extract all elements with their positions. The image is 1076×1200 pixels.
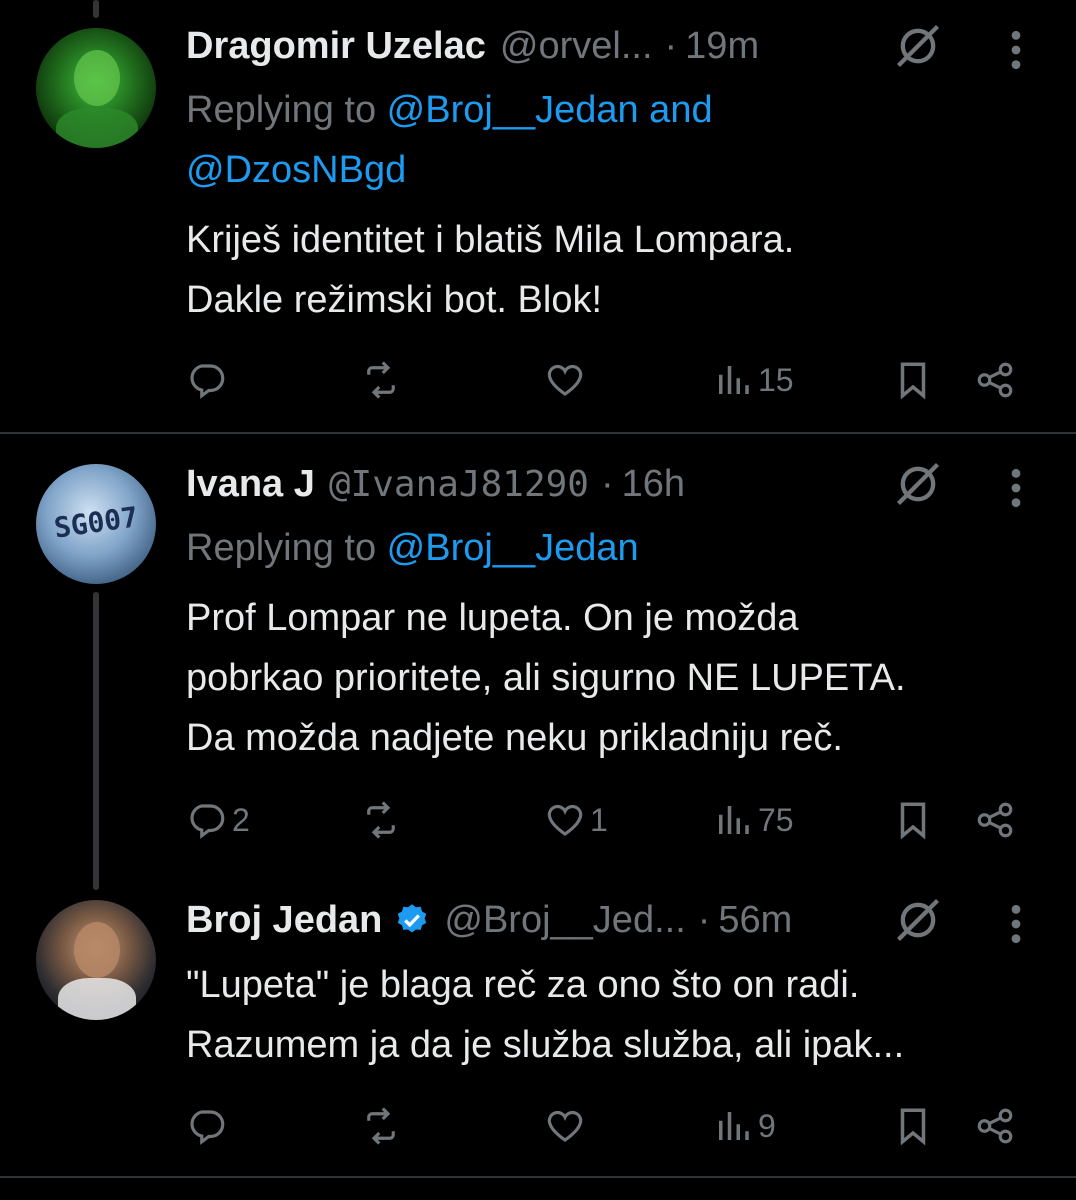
action-bar: 15 (186, 356, 1036, 404)
bookmark-icon (892, 359, 934, 401)
avatar-body (56, 108, 138, 148)
tweet-header: Broj Jedan @Broj__Jed... · 56m (186, 892, 792, 948)
tweet-text-line: Dakle režimski bot. Blok! (186, 279, 603, 321)
replying-users-link[interactable]: @Broj__Jedan and (387, 89, 713, 131)
repost-icon (360, 799, 402, 841)
more-icon[interactable] (1006, 28, 1026, 72)
timestamp[interactable]: 16h (622, 463, 685, 506)
like-button[interactable] (544, 1102, 590, 1150)
bookmark-button[interactable] (892, 1102, 934, 1150)
replying-to: Replying to @Broj__Jedan (186, 518, 639, 578)
divider (0, 432, 1076, 434)
views-button[interactable]: 75 (712, 796, 794, 844)
action-bar: 9 (186, 1102, 1036, 1150)
user-name[interactable]: Dragomir Uzelac (186, 25, 486, 68)
avatar-body (58, 978, 136, 1020)
share-button[interactable] (974, 796, 1016, 844)
separator: · (697, 898, 711, 941)
like-icon (544, 359, 586, 401)
views-button[interactable]: 9 (712, 1102, 776, 1150)
timestamp[interactable]: 56m (718, 899, 792, 942)
tweet-text-line: Kriješ identitet i blatiš Mila Lompara. (186, 219, 795, 261)
tweet-text-line: pobrkao prioritete, ali sigurno NE LUPET… (186, 657, 906, 699)
avatar[interactable]: SG007 (36, 464, 156, 584)
avatar[interactable] (36, 28, 156, 148)
grok-icon[interactable] (892, 894, 944, 946)
repost-button[interactable] (360, 356, 406, 404)
like-count: 1 (590, 801, 608, 838)
replying-prefix: Replying to (186, 527, 387, 569)
share-button[interactable] (974, 1102, 1016, 1150)
separator: · (600, 462, 614, 505)
views-icon (712, 799, 754, 841)
more-icon[interactable] (1006, 466, 1026, 510)
reply-count: 2 (232, 801, 250, 838)
user-handle[interactable]: @Broj__Jed... (444, 899, 685, 942)
views-icon (712, 359, 754, 401)
divider (0, 1176, 1076, 1178)
user-name[interactable]: Broj Jedan (186, 899, 382, 942)
reply-button[interactable] (186, 1102, 232, 1150)
reply-icon (186, 799, 228, 841)
like-button[interactable] (544, 356, 590, 404)
like-icon (544, 1105, 586, 1147)
user-handle[interactable]: @IvanaJ81290 (329, 464, 589, 505)
views-count: 9 (758, 1107, 776, 1144)
like-icon (544, 799, 586, 841)
views-button[interactable]: 15 (712, 356, 794, 404)
views-icon (712, 1105, 754, 1147)
avatar-face (74, 922, 120, 978)
replying-users-link[interactable]: @DzosNBgd (186, 149, 406, 191)
avatar-face (74, 50, 120, 106)
repost-icon (360, 1105, 402, 1147)
share-icon (974, 799, 1016, 841)
tweet-text-line: Prof Lompar ne lupeta. On je možda (186, 597, 799, 639)
replying-to: Replying to @Broj__Jedan and (186, 80, 713, 140)
more-icon[interactable] (1006, 902, 1026, 946)
share-icon (974, 359, 1016, 401)
action-bar: 2 1 75 (186, 796, 1036, 844)
share-button[interactable] (974, 356, 1016, 404)
user-name[interactable]: Ivana J (186, 463, 315, 506)
tweet-header: Dragomir Uzelac @orvel... · 19m (186, 18, 759, 74)
reply-icon (186, 359, 228, 401)
grok-icon[interactable] (892, 20, 944, 72)
thread-line (93, 0, 99, 18)
replying-prefix: Replying to (186, 89, 387, 131)
repost-icon (360, 359, 402, 401)
avatar-text: SG007 (51, 500, 141, 545)
tweet-text-line: Razumem ja da je služba služba, ali ipak… (186, 1024, 905, 1066)
replying-to-line-2: @DzosNBgd (186, 140, 406, 200)
grok-icon[interactable] (892, 458, 944, 510)
verified-badge-icon[interactable] (394, 902, 430, 938)
reply-icon (186, 1105, 228, 1147)
reply-button[interactable] (186, 356, 232, 404)
tweet-text-line: Da možda nadjete neku prikladniju reč. (186, 717, 843, 759)
tweet-header: Ivana J @IvanaJ81290 · 16h (186, 456, 685, 512)
thread-line (93, 592, 99, 890)
replying-users-link[interactable]: @Broj__Jedan (387, 527, 639, 569)
separator: · (664, 24, 678, 67)
bookmark-button[interactable] (892, 796, 934, 844)
avatar[interactable] (36, 900, 156, 1020)
bookmark-button[interactable] (892, 356, 934, 404)
timestamp[interactable]: 19m (685, 25, 759, 68)
bookmark-icon (892, 1105, 934, 1147)
user-handle[interactable]: @orvel... (500, 25, 653, 68)
like-button[interactable]: 1 (544, 796, 608, 844)
views-count: 15 (758, 361, 794, 398)
share-icon (974, 1105, 1016, 1147)
tweet-text-line: "Lupeta" je blaga reč za ono što on radi… (186, 964, 860, 1006)
views-count: 75 (758, 801, 794, 838)
repost-button[interactable] (360, 1102, 406, 1150)
repost-button[interactable] (360, 796, 406, 844)
reply-button[interactable]: 2 (186, 796, 250, 844)
bookmark-icon (892, 799, 934, 841)
